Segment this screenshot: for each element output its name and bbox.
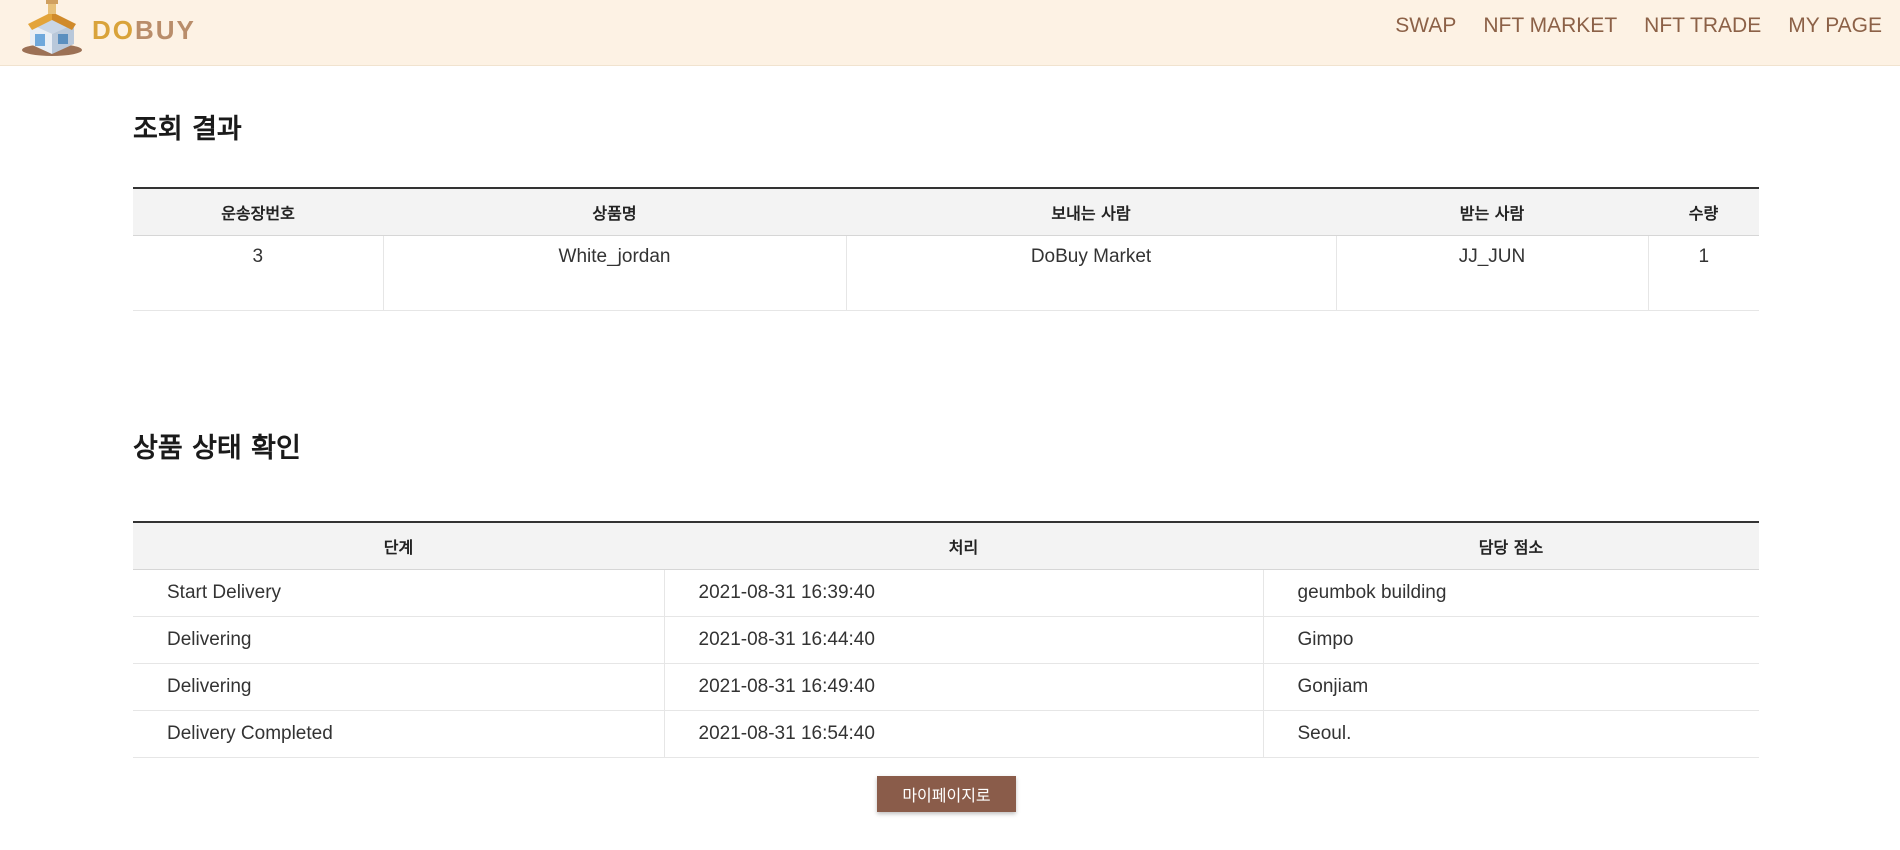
- logo-text: DOBUY: [92, 14, 196, 45]
- table-row: Start Delivery 2021-08-31 16:39:40 geumb…: [133, 569, 1759, 617]
- table-row: Delivering 2021-08-31 16:44:40 Gimpo: [133, 616, 1759, 664]
- table-row: 3 White_jordan DoBuy Market JJ_JUN 1: [133, 235, 1759, 311]
- cell-branch: Seoul.: [1263, 710, 1759, 758]
- header-sender: 보내는 사람: [846, 187, 1336, 236]
- cell-branch: Gonjiam: [1263, 663, 1759, 711]
- status-table: 단계 처리 담당 점소 Start Delivery 2021-08-31 16…: [133, 521, 1759, 758]
- cell-processed-time: 2021-08-31 16:39:40: [664, 569, 1264, 617]
- cell-stage: Delivering: [133, 616, 665, 664]
- nav-nft-trade[interactable]: NFT TRADE: [1644, 14, 1761, 38]
- header-tracking-number: 운송장번호: [133, 187, 383, 236]
- lookup-title: 조회 결과: [133, 114, 242, 145]
- header-product-name: 상품명: [383, 187, 846, 236]
- nav-nft-market[interactable]: NFT MARKET: [1483, 14, 1617, 38]
- status-header-row: 단계 처리 담당 점소: [133, 521, 1759, 570]
- cell-branch: Gimpo: [1263, 616, 1759, 664]
- cell-stage: Start Delivery: [133, 569, 665, 617]
- store-logo-icon: [22, 0, 82, 56]
- table-row: Delivery Completed 2021-08-31 16:54:40 S…: [133, 710, 1759, 758]
- go-to-mypage-button[interactable]: 마이페이지로: [877, 776, 1016, 812]
- header-recipient: 받는 사람: [1336, 187, 1648, 236]
- header-processed: 처리: [664, 521, 1263, 570]
- cell-stage: Delivery Completed: [133, 710, 665, 758]
- status-title: 상품 상태 확인: [133, 433, 301, 464]
- cell-recipient: JJ_JUN: [1336, 235, 1649, 311]
- top-navbar: DOBUY SWAP NFT MARKET NFT TRADE MY PAGE: [0, 0, 1900, 66]
- cell-branch: geumbok building: [1263, 569, 1759, 617]
- lookup-table: 운송장번호 상품명 보내는 사람 받는 사람 수량 3 White_jordan…: [133, 187, 1759, 311]
- cell-tracking-number: 3: [133, 235, 384, 311]
- header-quantity: 수량: [1648, 187, 1759, 236]
- cell-stage: Delivering: [133, 663, 665, 711]
- logo[interactable]: DOBUY: [18, 0, 196, 60]
- header-stage: 단계: [133, 521, 664, 570]
- cell-processed-time: 2021-08-31 16:44:40: [664, 616, 1264, 664]
- cell-product-name: White_jordan: [383, 235, 847, 311]
- cell-processed-time: 2021-08-31 16:49:40: [664, 663, 1264, 711]
- nav-my-page[interactable]: MY PAGE: [1788, 14, 1882, 38]
- cell-quantity: 1: [1648, 235, 1759, 311]
- nav-swap[interactable]: SWAP: [1395, 14, 1456, 38]
- cell-sender: DoBuy Market: [846, 235, 1337, 311]
- cell-processed-time: 2021-08-31 16:54:40: [664, 710, 1264, 758]
- lookup-header-row: 운송장번호 상품명 보내는 사람 받는 사람 수량: [133, 187, 1759, 236]
- header-branch: 담당 점소: [1263, 521, 1759, 570]
- table-row: Delivering 2021-08-31 16:49:40 Gonjiam: [133, 663, 1759, 711]
- main-nav: SWAP NFT MARKET NFT TRADE MY PAGE: [1395, 14, 1882, 38]
